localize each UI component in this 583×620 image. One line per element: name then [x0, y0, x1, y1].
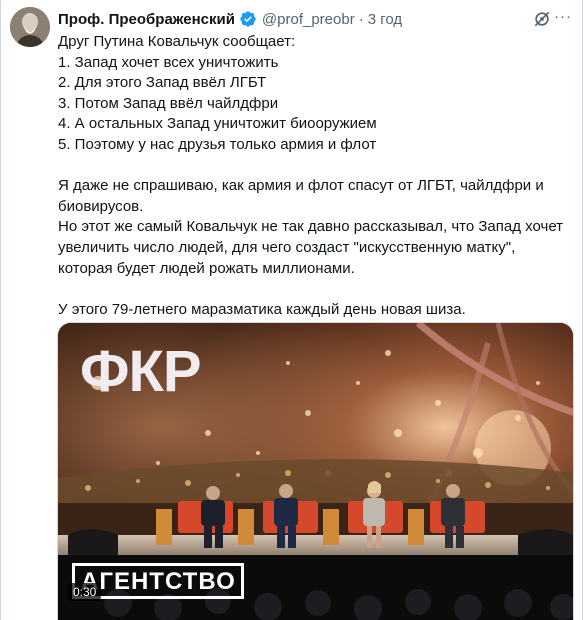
tweet-paragraph: У этого 79-летнего маразматика каждый де… — [58, 300, 466, 318]
tweet-header: Проф. Преображенский @prof_preobr · 3 го… — [58, 9, 572, 29]
avatar-image — [10, 7, 50, 47]
grok-icon[interactable] — [532, 9, 552, 29]
separator-dot: · — [358, 10, 364, 28]
tweet-text: Друг Путина Ковальчук сообщает: 1. Запад… — [58, 32, 568, 320]
tweet-line: Друг Путина Ковальчук сообщает: — [58, 33, 296, 50]
author-handle[interactable]: @prof_preobr — [262, 11, 355, 28]
more-options-icon[interactable]: ··· — [553, 7, 573, 27]
tweet-paragraph: Но этот же самый Ковальчук не так давно … — [58, 218, 564, 277]
tweet-line: 4. А остальных Запад уничтожит биооружие… — [58, 115, 377, 133]
tweet-line: 2. Для этого Запад ввёл ЛГБТ — [58, 74, 267, 92]
video-player[interactable]: ФКР АГЕНТСТВО 0:30 — [57, 322, 574, 620]
author-name[interactable]: Проф. Преображенский — [58, 11, 235, 28]
tweet-line: 1. Запад хочет всех уничтожить — [58, 53, 279, 71]
verified-badge-icon[interactable] — [239, 10, 257, 28]
avatar[interactable] — [10, 7, 50, 47]
watermark-text: АГЕНТСТВО — [81, 568, 236, 595]
tweet-line: 3. Потом Запад ввёл чайлдфри — [58, 94, 279, 112]
tweet-line: 5. Поэтому у нас друзья только армия и ф… — [58, 135, 377, 153]
stage-logo: ФКР — [80, 339, 202, 404]
tweet-card[interactable]: Проф. Преображенский @prof_preobr · 3 го… — [0, 0, 583, 620]
video-duration-badge: 0:30 — [68, 583, 102, 601]
tweet-paragraph: Я даже не спрашиваю, как армия и флот сп… — [58, 177, 544, 215]
tweet-timestamp[interactable]: 3 год — [368, 11, 402, 28]
